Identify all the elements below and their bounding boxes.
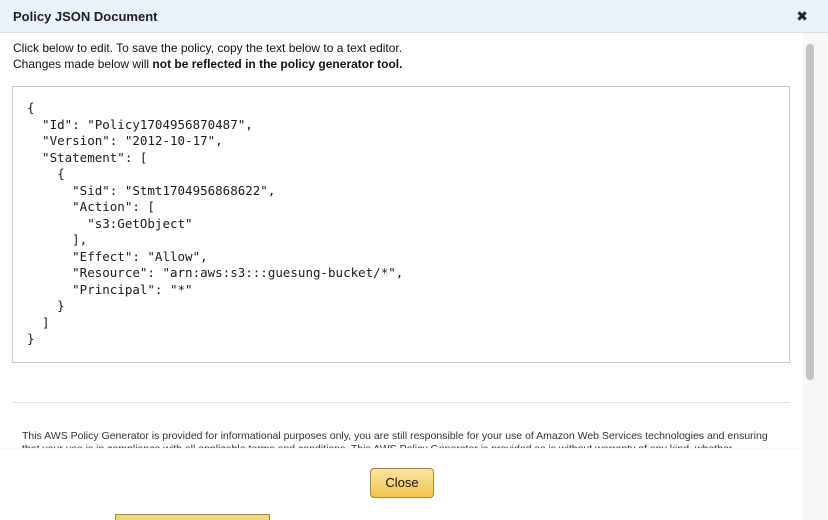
policy-json-editor[interactable]: { "Id": "Policy1704956870487", "Version"…	[12, 86, 790, 363]
close-icon[interactable]: ✖	[796, 8, 808, 24]
policy-json-dialog: Policy JSON Document ✖ Click below to ed…	[0, 0, 828, 520]
dialog-title: Policy JSON Document	[13, 9, 158, 24]
dialog-titlebar: Policy JSON Document ✖	[0, 0, 828, 33]
instructions-line-2-prefix: Changes made below will	[13, 57, 153, 71]
instructions: Click below to edit. To save the policy,…	[13, 40, 793, 72]
instructions-warning: not be reflected in the policy generator…	[152, 57, 403, 71]
instructions-line-1: Click below to edit. To save the policy,…	[13, 41, 403, 55]
disclaimer-text: This AWS Policy Generator is provided fo…	[22, 430, 768, 448]
background-generate-policy-button	[115, 514, 270, 520]
instructions-line-2: Changes made below will not be reflected…	[13, 56, 793, 72]
close-button[interactable]: Close	[370, 468, 434, 498]
scrollbar-thumb[interactable]	[806, 44, 814, 380]
divider	[12, 402, 790, 403]
